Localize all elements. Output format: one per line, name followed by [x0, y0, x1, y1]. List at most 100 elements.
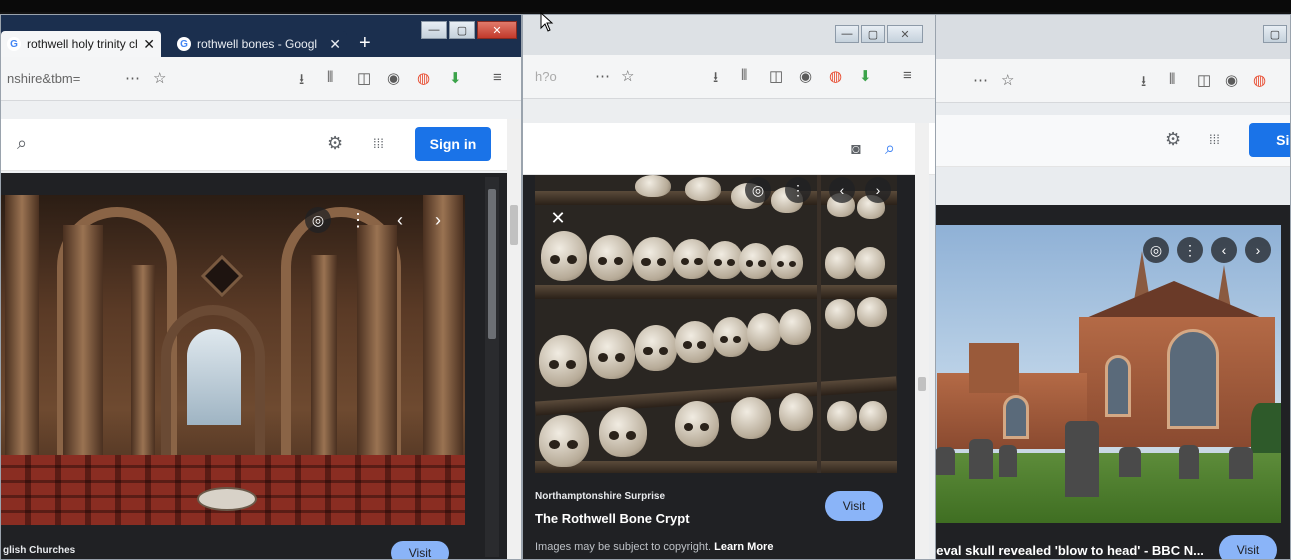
lens-search-icon[interactable]: ◎ — [1143, 237, 1169, 263]
church-interior-image[interactable] — [1, 195, 465, 525]
downloads-icon[interactable]: ⭳ — [299, 69, 304, 94]
bookmark-star-icon[interactable]: ☆ — [153, 69, 166, 87]
minimize-button[interactable]: — — [835, 25, 859, 43]
image-source[interactable]: glish Churches — [3, 545, 75, 556]
next-image-icon[interactable]: › — [425, 207, 451, 233]
lens-search-icon[interactable]: ◎ — [745, 177, 771, 203]
addon-green-icon[interactable]: ⬇ — [859, 67, 872, 85]
settings-gear-icon[interactable]: ⚙ — [1165, 129, 1181, 150]
maximize-button[interactable]: ▢ — [449, 21, 475, 39]
page-actions-icon[interactable]: ⋯ — [125, 69, 140, 87]
bookmark-star-icon[interactable]: ☆ — [1001, 71, 1014, 89]
tab-strip — [929, 15, 1290, 59]
image-source[interactable]: Northamptonshire Surprise — [535, 491, 665, 502]
downloads-icon[interactable]: ⭳ — [1141, 71, 1146, 96]
more-options-icon[interactable]: ⋮ — [785, 177, 811, 203]
skull — [857, 297, 887, 327]
url-bar: ⋯ ☆ ⭳ ⫴ ◫ ◉ ◍ — [929, 59, 1290, 103]
previous-image-icon[interactable]: ‹ — [1211, 237, 1237, 263]
visit-button[interactable]: Visit — [825, 491, 883, 521]
gravestone — [999, 445, 1017, 477]
shelf — [535, 285, 897, 299]
addon-red-icon[interactable]: ◍ — [829, 67, 842, 85]
previous-image-icon[interactable]: ‹ — [829, 177, 855, 203]
window-control-3[interactable]: ▢ — [1263, 25, 1287, 43]
tab-rothwell-holy-trinity[interactable]: G rothwell holy trinity ch ✕ — [1, 31, 161, 57]
addon-red-icon[interactable]: ◍ — [1253, 71, 1266, 89]
more-options-icon[interactable]: ⋮ — [1177, 237, 1203, 263]
learn-more-link[interactable]: Learn More — [714, 541, 773, 553]
close-window-button[interactable]: ✕ — [887, 25, 923, 43]
search-icon[interactable]: ⌕ — [885, 138, 895, 159]
menu-icon[interactable]: ≡ — [493, 69, 502, 86]
church-roof — [1079, 281, 1269, 321]
url-text[interactable]: nshire&tbm= — [7, 71, 80, 86]
minimize-button[interactable]: — — [421, 21, 447, 39]
account-icon[interactable]: ◉ — [1225, 71, 1238, 89]
sign-in-button[interactable]: Sig — [1249, 123, 1290, 157]
pillar — [311, 255, 337, 485]
close-tab-icon[interactable]: ✕ — [143, 36, 155, 53]
camera-search-icon[interactable]: ◙ — [851, 141, 861, 159]
page-actions-icon[interactable]: ⋯ — [595, 67, 610, 85]
menu-icon[interactable]: ≡ — [903, 67, 912, 84]
url-text[interactable]: h?o — [535, 69, 557, 84]
skull — [539, 415, 589, 467]
shelf — [535, 461, 897, 473]
mouse-cursor-icon — [540, 12, 554, 32]
skull — [675, 321, 715, 363]
url-bar: nshire&tbm= ⋯ ☆ ⭳ ⫴ ◫ ◉ ◍ ⬇ ≡ — [1, 57, 521, 101]
scrollbar-thumb[interactable] — [918, 377, 926, 391]
bookmark-star-icon[interactable]: ☆ — [621, 67, 634, 85]
image-title[interactable]: lieval skull revealed 'blow to head' - B… — [929, 543, 1204, 558]
image-preview-panel: ◎ ⋮ ‹ › lieval skull revealed 'blow to h… — [929, 205, 1290, 559]
next-image-icon[interactable]: › — [865, 177, 891, 203]
visit-button[interactable]: Visit — [391, 541, 449, 559]
next-image-icon[interactable]: › — [1245, 237, 1271, 263]
tab-rothwell-bones[interactable]: G rothwell bones - Googl ✕ — [171, 31, 347, 57]
sidebar-icon[interactable]: ◫ — [357, 69, 371, 87]
copyright-notice: Images may be subject to copyright. Lear… — [535, 541, 774, 553]
close-tab-icon[interactable]: ✕ — [329, 36, 341, 53]
sign-in-button[interactable]: Sign in — [415, 127, 491, 161]
more-options-icon[interactable]: ⋮ — [345, 207, 371, 233]
previous-image-icon[interactable]: ‹ — [387, 207, 413, 233]
apps-grid-icon[interactable]: ⁞⁞⁞ — [373, 136, 384, 151]
close-window-button[interactable]: ✕ — [477, 21, 517, 39]
page-actions-icon[interactable]: ⋯ — [973, 71, 988, 89]
library-icon[interactable]: ⫴ — [327, 69, 333, 86]
baptismal-font — [197, 487, 257, 511]
close-preview-icon[interactable]: ✕ — [545, 205, 571, 231]
library-icon[interactable]: ⫴ — [1169, 71, 1175, 88]
skull — [589, 235, 633, 281]
church-window — [1003, 395, 1029, 439]
visit-button[interactable]: Visit — [1219, 535, 1277, 559]
library-icon[interactable]: ⫴ — [741, 67, 747, 84]
scrollbar-thumb[interactable] — [510, 205, 518, 245]
skull — [635, 175, 671, 197]
image-title[interactable]: The Rothwell Bone Crypt — [535, 511, 690, 526]
lens-search-icon[interactable]: ◎ — [305, 207, 331, 233]
search-icon[interactable]: ⌕ — [17, 133, 27, 154]
new-tab-button[interactable]: + — [359, 32, 371, 55]
settings-gear-icon[interactable]: ⚙ — [327, 133, 343, 154]
account-icon[interactable]: ◉ — [387, 69, 400, 87]
sidebar-icon[interactable]: ◫ — [769, 67, 783, 85]
bone-crypt-image[interactable] — [535, 175, 897, 473]
addon-red-icon[interactable]: ◍ — [417, 69, 430, 87]
preview-scrollbar-thumb[interactable] — [488, 189, 496, 339]
page-scrollbar[interactable] — [507, 119, 521, 559]
church-exterior-image[interactable] — [929, 225, 1281, 523]
preview-scrollbar[interactable] — [485, 177, 499, 557]
account-icon[interactable]: ◉ — [799, 67, 812, 85]
sidebar-icon[interactable]: ◫ — [1197, 71, 1211, 89]
google-header: ⌕ ⚙ ⁞⁞⁞ Sign in — [1, 119, 521, 171]
apps-grid-icon[interactable]: ⁞⁞⁞ — [1209, 132, 1220, 147]
desktop-edge — [0, 0, 1291, 12]
page-scrollbar[interactable] — [915, 123, 929, 559]
browser-window-1: G rothwell holy trinity ch ✕ G rothwell … — [0, 14, 522, 560]
addon-green-icon[interactable]: ⬇ — [449, 69, 462, 87]
downloads-icon[interactable]: ⭳ — [713, 67, 718, 92]
skull — [779, 393, 813, 431]
maximize-button[interactable]: ▢ — [861, 25, 885, 43]
